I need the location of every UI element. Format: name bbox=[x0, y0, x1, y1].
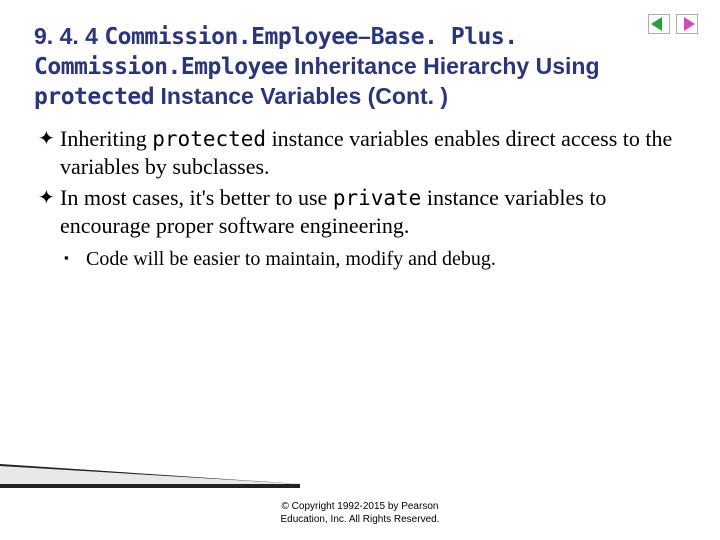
nav-controls bbox=[648, 14, 698, 34]
inline-code: private bbox=[333, 186, 422, 210]
bullet-text: Code will be easier to maintain, modify … bbox=[86, 246, 674, 272]
decorative-wedge bbox=[0, 444, 300, 488]
title-text-1: Inheritance Hierarchy Using bbox=[288, 53, 600, 79]
list-item: ✦ In most cases, it's better to use priv… bbox=[34, 184, 674, 240]
copyright-line-1: © Copyright 1992-2015 by Pearson bbox=[282, 501, 439, 512]
slide-body: ✦ Inheriting protected instance variable… bbox=[34, 125, 674, 272]
bullet-text: Inheriting protected instance variables … bbox=[60, 125, 674, 181]
section-number: 9. 4. 4 bbox=[34, 23, 104, 49]
copyright: © Copyright 1992-2015 by Pearson Educati… bbox=[0, 500, 720, 526]
arrow-left-icon bbox=[648, 14, 670, 34]
bullet-marker: ▪ bbox=[64, 246, 86, 271]
inline-code: protected bbox=[152, 127, 266, 151]
title-dash: – bbox=[358, 23, 371, 49]
title-code-1: Commission.Employee bbox=[104, 24, 358, 50]
next-button[interactable] bbox=[676, 14, 698, 34]
title-code-3: protected bbox=[34, 84, 154, 110]
arrow-right-icon bbox=[676, 14, 698, 34]
list-item: ▪ Code will be easier to maintain, modif… bbox=[64, 246, 674, 272]
list-item: ✦ Inheriting protected instance variable… bbox=[34, 125, 674, 181]
bullet-text: In most cases, it's better to use privat… bbox=[60, 184, 674, 240]
slide-title: 9. 4. 4 Commission.Employee–Base. Plus. … bbox=[34, 22, 614, 111]
bullet-marker: ✦ bbox=[34, 184, 60, 212]
title-text-2: Instance Variables (Cont. ) bbox=[154, 83, 448, 109]
copyright-line-2: Education, Inc. All Rights Reserved. bbox=[281, 514, 440, 525]
prev-button[interactable] bbox=[648, 14, 670, 34]
slide: 9. 4. 4 Commission.Employee–Base. Plus. … bbox=[0, 0, 720, 540]
bullet-marker: ✦ bbox=[34, 125, 60, 153]
